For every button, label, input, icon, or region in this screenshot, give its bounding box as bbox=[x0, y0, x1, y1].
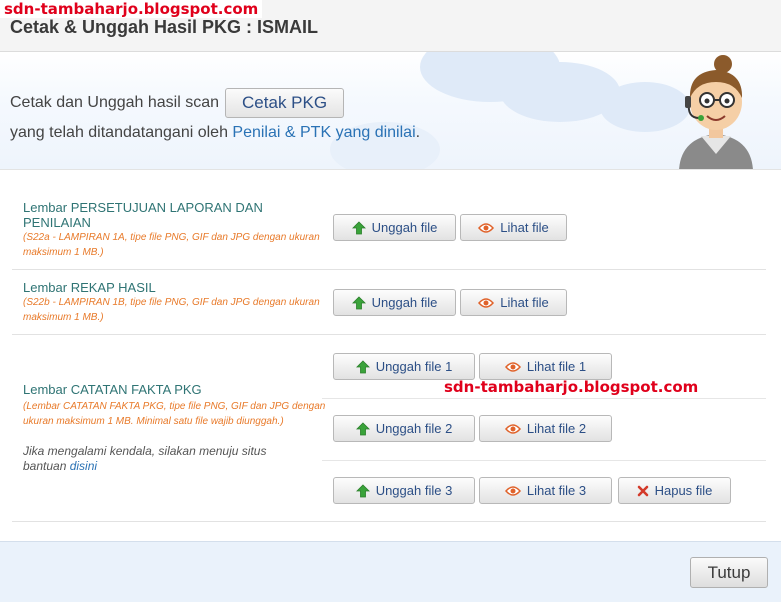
eye-icon bbox=[504, 361, 521, 372]
eye-icon bbox=[504, 485, 521, 496]
eye-icon bbox=[478, 297, 495, 308]
divider bbox=[322, 398, 766, 399]
banner: Cetak dan Unggah hasil scan Cetak PKG ya… bbox=[0, 52, 781, 170]
button-label: Unggah file 2 bbox=[375, 421, 453, 436]
divider bbox=[322, 460, 766, 461]
dialog-title: Cetak & Unggah Hasil PKG : ISMAIL bbox=[10, 17, 319, 37]
file-row-catatan-fakta: Lembar CATATAN FAKTA PKG (Lembar CATATAN… bbox=[12, 335, 766, 522]
row-title: Lembar REKAP HASIL bbox=[23, 280, 156, 295]
eye-icon bbox=[504, 423, 521, 434]
lihat-file-1-button[interactable]: Lihat file 1 bbox=[479, 353, 612, 380]
button-label: Hapus file bbox=[654, 483, 713, 498]
unggah-file-button[interactable]: Unggah file bbox=[333, 214, 456, 241]
help-text-prefix: Jika mengalami kendala, silakan menuju s… bbox=[23, 444, 267, 473]
eye-icon bbox=[478, 222, 495, 233]
lihat-file-button[interactable]: Lihat file bbox=[460, 289, 567, 316]
upload-arrow-icon bbox=[351, 220, 366, 234]
lihat-file-2-button[interactable]: Lihat file 2 bbox=[479, 415, 612, 442]
button-label: Unggah file bbox=[371, 295, 438, 310]
banner-line2: yang telah ditandatangani oleh Penilai &… bbox=[10, 124, 420, 142]
help-link[interactable]: disini bbox=[70, 459, 97, 473]
upload-arrow-icon bbox=[351, 295, 366, 309]
banner-line2-prefix: yang telah ditandatangani oleh bbox=[10, 124, 233, 141]
hapus-file-button[interactable]: Hapus file bbox=[618, 477, 731, 504]
button-label: Unggah file 3 bbox=[375, 483, 453, 498]
button-label: Unggah file bbox=[371, 220, 438, 235]
tutup-button[interactable]: Tutup bbox=[690, 557, 768, 588]
row-note: (S22a - LAMPIRAN 1A, tipe file PNG, GIF … bbox=[23, 232, 320, 258]
button-label: Lihat file bbox=[500, 295, 549, 310]
button-label: Lihat file bbox=[500, 220, 549, 235]
dialog-footer: Tutup bbox=[0, 541, 781, 602]
unggah-file-button[interactable]: Unggah file bbox=[333, 289, 456, 316]
unggah-file-2-button[interactable]: Unggah file 2 bbox=[333, 415, 475, 442]
lihat-file-3-button[interactable]: Lihat file 3 bbox=[479, 477, 612, 504]
watermark-top: sdn-tambaharjo.blogspot.com bbox=[0, 0, 263, 18]
button-label: Lihat file 2 bbox=[526, 421, 587, 436]
upload-arrow-icon bbox=[355, 421, 370, 435]
watermark-middle: sdn-tambaharjo.blogspot.com bbox=[444, 378, 699, 396]
button-label: Unggah file 1 bbox=[375, 359, 453, 374]
row-note: (Lembar CATATAN FAKTA PKG, tipe file PNG… bbox=[23, 401, 326, 427]
unggah-file-3-button[interactable]: Unggah file 3 bbox=[333, 477, 475, 504]
operator-mascot-illustration bbox=[679, 55, 753, 169]
lihat-file-button[interactable]: Lihat file bbox=[460, 214, 567, 241]
help-text: Jika mengalami kendala, silakan menuju s… bbox=[23, 444, 313, 474]
row-title: Lembar CATATAN FAKTA PKG bbox=[23, 382, 202, 397]
button-label: Lihat file 3 bbox=[526, 483, 587, 498]
cetak-pkg-button[interactable]: Cetak PKG bbox=[225, 88, 345, 118]
unggah-file-1-button[interactable]: Unggah file 1 bbox=[333, 353, 475, 380]
upload-arrow-icon bbox=[355, 483, 370, 497]
upload-arrow-icon bbox=[355, 359, 370, 373]
row-note: (S22b - LAMPIRAN 1B, tipe file PNG, GIF … bbox=[23, 297, 320, 323]
banner-line2-suffix: . bbox=[415, 124, 421, 141]
file-row-persetujuan: Lembar PERSETUJUAN LAPORAN DAN PENILAIAN… bbox=[12, 190, 766, 270]
banner-highlight: Penilai & PTK yang dinilai bbox=[232, 124, 416, 141]
row-title: Lembar PERSETUJUAN LAPORAN DAN PENILAIAN bbox=[23, 200, 263, 230]
banner-line1: Cetak dan Unggah hasil scan Cetak PKG bbox=[10, 88, 345, 118]
banner-text: Cetak dan Unggah hasil scan bbox=[10, 94, 220, 111]
button-label: Lihat file 1 bbox=[526, 359, 587, 374]
file-row-rekap: Lembar REKAP HASIL (S22b - LAMPIRAN 1B, … bbox=[12, 270, 766, 335]
delete-x-icon bbox=[637, 485, 648, 496]
